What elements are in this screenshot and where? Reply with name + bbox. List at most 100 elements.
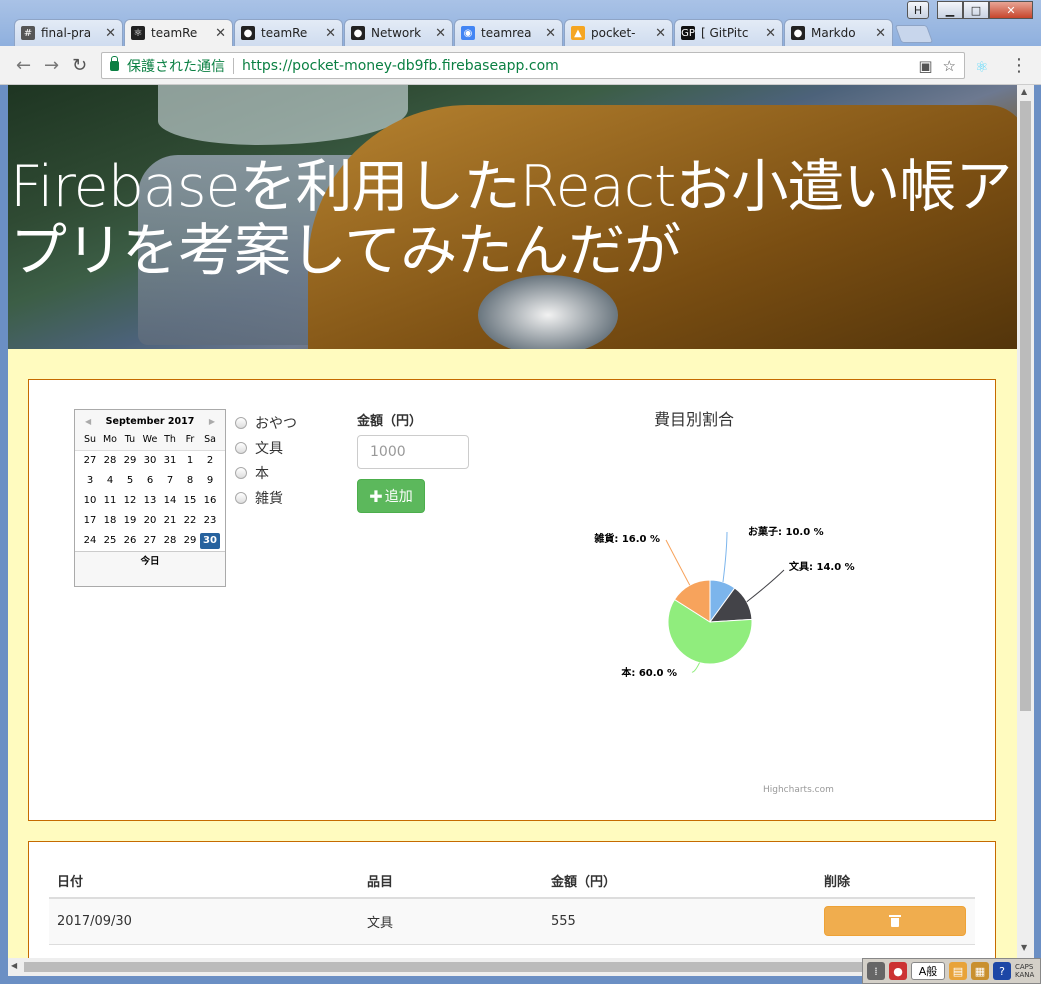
scroll-up-icon[interactable]: ▲ (1021, 87, 1027, 96)
reload-icon[interactable]: ↻ (72, 55, 87, 76)
tab-7[interactable]: ● Markdo ✕ (784, 19, 893, 46)
calendar-day[interactable]: 7 (160, 473, 180, 489)
dictionary-icon[interactable]: ▤ (949, 962, 967, 980)
calendar-day[interactable]: 4 (100, 473, 120, 489)
calendar-day[interactable]: 12 (120, 493, 140, 509)
calendar-day[interactable]: 29 (120, 453, 140, 469)
date-picker: ◀ September 2017 ▶ Su Mo Tu We Th Fr Sa 27 28 29… (74, 409, 226, 587)
calendar-day[interactable]: 18 (100, 513, 120, 529)
tab-1[interactable]: ⚛ teamRe ✕ (124, 19, 233, 46)
calendar-day[interactable]: 1 (180, 453, 200, 469)
category-radio[interactable]: おやつ (235, 410, 297, 435)
radio-button[interactable] (235, 491, 247, 504)
ime-mode-icon[interactable]: A般 (911, 962, 945, 980)
tab-5[interactable]: ▲ pocket- ✕ (564, 19, 673, 46)
grip-icon[interactable]: ⁞ (867, 962, 885, 980)
today-button[interactable]: 今日 (75, 551, 225, 571)
address-bar[interactable]: 保護された通信 https://pocket-money-db9fb.fireb… (101, 52, 965, 79)
calendar-day[interactable]: 28 (160, 533, 180, 549)
vertical-scroll-thumb[interactable] (1020, 101, 1031, 711)
category-label: 本 (255, 465, 269, 482)
help-icon[interactable]: ? (993, 962, 1011, 980)
calendar-day[interactable]: 14 (160, 493, 180, 509)
tab-6[interactable]: GP [ GitPitc ✕ (674, 19, 783, 46)
radio-button[interactable] (235, 466, 247, 479)
calendar-day[interactable]: 16 (200, 493, 220, 509)
close-window-button[interactable]: ✕ (989, 1, 1033, 19)
close-tab-icon[interactable]: ✕ (875, 26, 886, 41)
eye-icon: ◉ (461, 26, 475, 40)
calendar-day[interactable]: 17 (80, 513, 100, 529)
new-tab-button[interactable] (894, 25, 934, 43)
calendar-day[interactable]: 9 (200, 473, 220, 489)
scroll-down-icon[interactable]: ▼ (1021, 943, 1027, 952)
prev-month-icon[interactable]: ◀ (85, 417, 91, 426)
back-icon[interactable]: ← (16, 55, 31, 76)
calendar-day[interactable]: 3 (80, 473, 100, 489)
tab-4[interactable]: ◉ teamrea ✕ (454, 19, 563, 46)
calendar-day[interactable]: 30 (140, 453, 160, 469)
calendar-day[interactable]: 30 (200, 533, 220, 549)
calendar-day[interactable]: 6 (140, 473, 160, 489)
highcharts-credit[interactable]: Highcharts.com (763, 785, 834, 795)
tools-icon[interactable]: ▦ (971, 962, 989, 980)
scroll-left-icon[interactable]: ◀ (11, 961, 17, 970)
calendar-day[interactable]: 23 (200, 513, 220, 529)
close-tab-icon[interactable]: ✕ (325, 26, 336, 41)
tab-3[interactable]: ● Network ✕ (344, 19, 453, 46)
calendar-day[interactable]: 13 (140, 493, 160, 509)
category-radio[interactable]: 文具 (235, 435, 297, 460)
minimize-button[interactable]: ▁ (937, 1, 963, 19)
calendar-day[interactable]: 31 (160, 453, 180, 469)
maximize-button[interactable]: □ (963, 1, 989, 19)
translate-icon[interactable]: ▣ (918, 57, 932, 75)
vertical-scrollbar[interactable]: ▲ ▼ (1017, 85, 1034, 958)
radio-button[interactable] (235, 441, 247, 454)
close-tab-icon[interactable]: ✕ (215, 26, 226, 41)
add-button[interactable]: ✚ 追加 (357, 479, 425, 513)
calendar-day[interactable]: 24 (80, 533, 100, 549)
category-radio[interactable]: 雑貨 (235, 485, 297, 510)
calendar-day[interactable]: 28 (100, 453, 120, 469)
delete-button[interactable] (824, 906, 966, 937)
category-radio[interactable]: 本 (235, 460, 297, 485)
forward-icon[interactable]: → (44, 55, 59, 76)
close-tab-icon[interactable]: ✕ (655, 26, 666, 41)
ime-status-icon[interactable]: ● (889, 962, 907, 980)
close-tab-icon[interactable]: ✕ (545, 26, 556, 41)
user-icon[interactable]: H (907, 1, 929, 19)
calendar-day[interactable]: 8 (180, 473, 200, 489)
horizontal-scroll-thumb[interactable] (24, 962, 869, 972)
menu-icon[interactable]: ⋮ (1010, 55, 1028, 76)
calendar-day[interactable]: 11 (100, 493, 120, 509)
calendar-day[interactable]: 20 (140, 513, 160, 529)
react-icon: ⚛ (131, 26, 145, 40)
calendar-day[interactable]: 5 (120, 473, 140, 489)
next-month-icon[interactable]: ▶ (209, 417, 215, 426)
calendar-day[interactable]: 22 (180, 513, 200, 529)
calendar-day[interactable]: 21 (160, 513, 180, 529)
close-tab-icon[interactable]: ✕ (435, 26, 446, 41)
calendar-day[interactable]: 25 (100, 533, 120, 549)
radio-button[interactable] (235, 416, 247, 429)
tab-label: Markdo (811, 26, 856, 40)
amount-input[interactable]: 1000 (357, 435, 469, 469)
calendar-day[interactable]: 10 (80, 493, 100, 509)
calendar-day[interactable]: 26 (120, 533, 140, 549)
table-header-row: 日付 品目 金額（円） 削除 (49, 864, 975, 899)
close-tab-icon[interactable]: ✕ (105, 26, 116, 41)
tab-0[interactable]: # final-pra ✕ (14, 19, 123, 46)
bookmark-star-icon[interactable]: ☆ (943, 57, 956, 75)
calendar-day[interactable]: 29 (180, 533, 200, 549)
react-devtools-icon[interactable]: ⚛ (975, 58, 991, 76)
weekday-label: Fr (185, 434, 195, 445)
amount-label: 金額（円） (357, 414, 423, 429)
calendar-day[interactable]: 19 (120, 513, 140, 529)
close-tab-icon[interactable]: ✕ (765, 26, 776, 41)
calendar-day[interactable]: 2 (200, 453, 220, 469)
calendar-day[interactable]: 27 (140, 533, 160, 549)
tab-2[interactable]: ● teamRe ✕ (234, 19, 343, 46)
calendar-day[interactable]: 27 (80, 453, 100, 469)
calendar-day[interactable]: 15 (180, 493, 200, 509)
trash-icon (889, 915, 901, 928)
